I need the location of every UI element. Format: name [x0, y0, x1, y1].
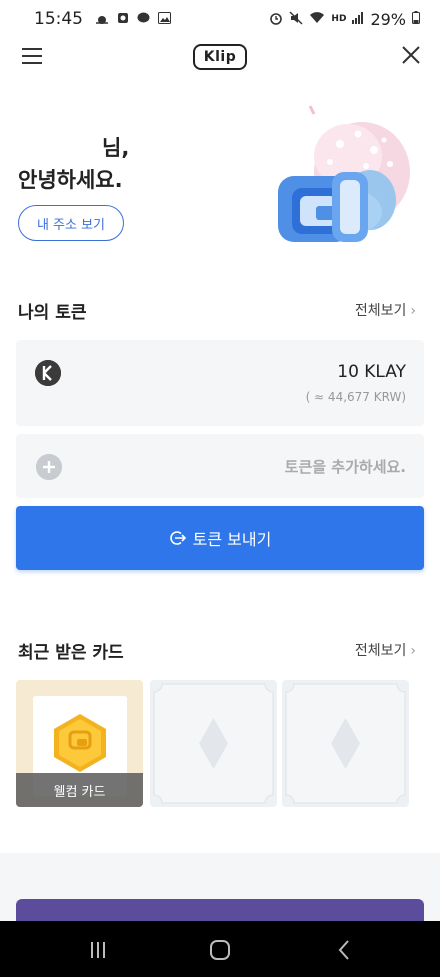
back-icon[interactable]	[328, 937, 360, 963]
battery-icon	[412, 11, 420, 27]
status-bar: 15:45 HD 29%	[0, 0, 440, 38]
card-placeholder	[150, 680, 277, 807]
weather-icon	[95, 12, 109, 27]
menu-icon[interactable]	[22, 46, 44, 66]
add-token-button[interactable]: 토큰을 추가하세요.	[16, 434, 424, 498]
token-fiat-value: ( ≈ 44,677 KRW)	[305, 390, 406, 404]
cards-title: 최근 받은 카드	[18, 643, 124, 663]
home-icon[interactable]	[204, 937, 236, 963]
status-time: 15:45	[34, 9, 83, 29]
status-left: 15:45	[34, 9, 171, 29]
top-bar: Klip	[0, 38, 440, 76]
app-notification-icon	[117, 12, 129, 27]
signal-icon	[352, 11, 364, 27]
gallery-icon	[158, 11, 171, 27]
token-amount: 10 KLAY	[337, 362, 406, 382]
token-item-klay[interactable]: 10 KLAY ( ≈ 44,677 KRW)	[16, 340, 424, 426]
send-arrow-icon	[169, 529, 187, 547]
mute-icon	[289, 11, 303, 28]
tokens-view-all-link[interactable]: 전체보기 ›	[355, 300, 416, 320]
chat-icon	[137, 12, 150, 27]
card-label: 웰컴 카드	[16, 773, 143, 807]
status-right: HD 29%	[269, 10, 420, 29]
klip-logo: Klip	[193, 44, 247, 70]
recent-apps-icon[interactable]	[82, 937, 114, 963]
plus-icon	[36, 454, 62, 480]
battery-percent: 29%	[370, 9, 406, 29]
chevron-right-icon: ›	[410, 643, 416, 659]
klay-logo-icon	[35, 360, 61, 386]
close-icon[interactable]	[396, 40, 426, 70]
cards-view-all-link[interactable]: 전체보기 ›	[355, 640, 416, 660]
greeting-hello: 안녕하세요.	[18, 168, 123, 192]
cards-view-all-label: 전체보기	[354, 643, 407, 659]
greeting-name: 님,	[102, 136, 130, 160]
add-token-label: 토큰을 추가하세요.	[284, 458, 406, 476]
card-placeholder	[282, 680, 409, 807]
tokens-view-all-label: 전체보기	[354, 303, 407, 319]
hero-illustration	[270, 100, 410, 252]
welcome-badge-icon	[49, 712, 111, 774]
system-nav-bar	[0, 921, 440, 977]
chevron-right-icon: ›	[410, 303, 416, 319]
tokens-title: 나의 토큰	[18, 303, 87, 323]
send-token-button[interactable]: 토큰 보내기	[16, 506, 424, 570]
wifi-icon	[309, 11, 325, 27]
network-label: HD	[331, 13, 347, 24]
send-token-label: 토큰 보내기	[192, 530, 272, 549]
alarm-icon	[269, 11, 283, 28]
card-item-welcome[interactable]: 웰컴 카드	[16, 680, 143, 807]
view-address-button[interactable]: 내 주소 보기	[18, 205, 124, 241]
